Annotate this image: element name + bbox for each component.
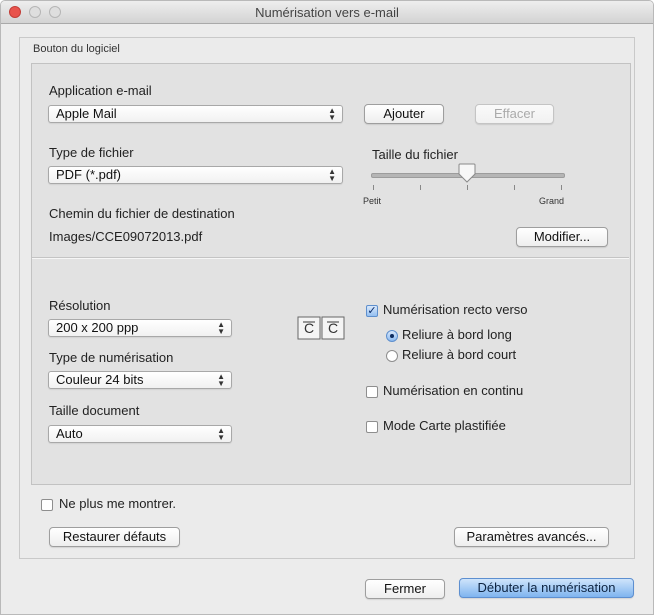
duplex-checkbox[interactable]: ✓ <box>366 305 378 317</box>
doc-size-label: Taille document <box>49 403 140 418</box>
advanced-settings-button[interactable]: Paramètres avancés... <box>454 527 609 547</box>
file-size-label: Taille du fichier <box>372 147 458 162</box>
file-size-min-label: Petit <box>363 196 382 206</box>
file-size-slider-thumb[interactable] <box>458 163 476 183</box>
short-edge-radio[interactable] <box>386 350 398 362</box>
slider-tick <box>373 185 374 190</box>
duplex-label: Numérisation recto verso <box>383 302 528 317</box>
select-arrows-icon: ▲ ▼ <box>217 426 225 442</box>
slider-tick <box>420 185 421 190</box>
resolution-label: Résolution <box>49 298 111 313</box>
window-title: Numérisation vers e-mail <box>255 5 399 20</box>
file-type-select[interactable]: PDF (*.pdf) ▲ ▼ <box>48 166 343 184</box>
email-app-select[interactable]: Apple Mail ▲ ▼ <box>48 105 343 123</box>
file-type-value: PDF (*.pdf) <box>56 167 122 182</box>
close-button[interactable]: Fermer <box>365 579 445 599</box>
scan-type-select[interactable]: Couleur 24 bits ▲ ▼ <box>48 371 232 389</box>
continuous-scan-label: Numérisation en continu <box>383 383 524 398</box>
slider-tick <box>561 185 562 190</box>
card-mode-label: Mode Carte plastifiée <box>383 418 506 433</box>
select-arrows-icon: ▲ ▼ <box>328 106 336 122</box>
select-arrows-icon: ▲ ▼ <box>328 167 336 183</box>
destination-label: Chemin du fichier de destination <box>49 206 235 221</box>
restore-defaults-button[interactable]: Restaurer défauts <box>49 527 180 547</box>
select-arrows-icon: ▲ ▼ <box>217 372 225 388</box>
title-bar: Numérisation vers e-mail <box>1 1 653 24</box>
card-mode-checkbox[interactable] <box>366 421 378 433</box>
clear-button[interactable]: Effacer <box>475 104 554 124</box>
slider-tick <box>467 185 468 190</box>
start-scan-button[interactable]: Débuter la numérisation <box>459 578 634 598</box>
duplex-binding-icon: C C <box>297 316 345 340</box>
resolution-value: 200 x 200 ppp <box>56 320 139 335</box>
slider-tick <box>514 185 515 190</box>
destination-path: Images/CCE09072013.pdf <box>49 229 203 244</box>
group-label: Bouton du logiciel <box>33 43 120 55</box>
doc-size-value: Auto <box>56 426 83 441</box>
email-app-value: Apple Mail <box>56 106 117 121</box>
section-divider <box>32 257 629 259</box>
short-edge-label: Reliure à bord court <box>402 347 517 362</box>
dont-show-checkbox[interactable] <box>41 499 53 511</box>
scan-type-value: Couleur 24 bits <box>56 372 144 387</box>
select-arrows-icon: ▲ ▼ <box>217 320 225 336</box>
long-edge-label: Reliure à bord long <box>402 327 512 342</box>
long-edge-radio[interactable] <box>386 330 398 342</box>
continuous-scan-checkbox[interactable] <box>366 386 378 398</box>
dialog-window: Numérisation vers e-mail Bouton du logic… <box>0 0 654 615</box>
file-size-max-label: Grand <box>539 196 565 206</box>
settings-panel <box>31 63 631 485</box>
dont-show-label: Ne plus me montrer. <box>59 496 177 511</box>
doc-size-select[interactable]: Auto ▲ ▼ <box>48 425 232 443</box>
file-type-label: Type de fichier <box>49 145 134 160</box>
add-button[interactable]: Ajouter <box>364 104 444 124</box>
scan-type-label: Type de numérisation <box>49 350 174 365</box>
resolution-select[interactable]: 200 x 200 ppp ▲ ▼ <box>48 319 232 337</box>
email-app-label: Application e-mail <box>49 83 152 98</box>
modify-button[interactable]: Modifier... <box>516 227 608 247</box>
